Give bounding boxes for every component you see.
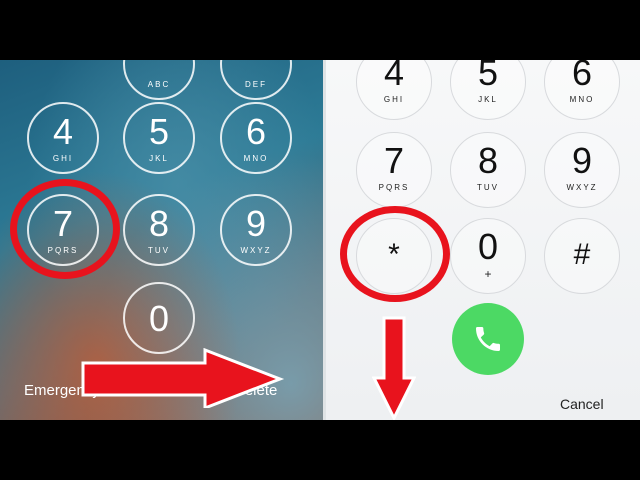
key-9[interactable]: 9 WXYZ xyxy=(544,132,620,208)
cancel-button[interactable]: Cancel xyxy=(560,396,604,412)
key-letters: DEF xyxy=(245,80,267,89)
key-8[interactable]: 8 TUV xyxy=(123,194,195,266)
key-digit: 9 xyxy=(571,140,593,181)
key-digit: 0 xyxy=(148,298,170,339)
key-digit: 6 xyxy=(571,60,593,93)
key-letters: GHI xyxy=(383,95,405,104)
key-6[interactable]: 6 MNO xyxy=(544,60,620,120)
key-letters: MNO xyxy=(569,95,595,104)
phone-icon xyxy=(476,327,500,351)
top-letterbox xyxy=(0,0,640,60)
key-letters: ABC xyxy=(147,80,171,89)
key-4[interactable]: 4 GHI xyxy=(356,60,432,120)
key-2[interactable]: ABC xyxy=(123,60,195,100)
key-digit: 0 xyxy=(477,226,499,267)
key-letters: JKL xyxy=(149,154,169,163)
key-plus: + xyxy=(484,267,492,281)
dialer-keypad-panel: 4 GHI 5 JKL 6 MNO 7 PQRS 8 TUV 9 WXYZ * … xyxy=(326,60,640,420)
key-7[interactable]: 7 PQRS xyxy=(356,132,432,208)
key-letters: WXYZ xyxy=(240,246,272,255)
key-6[interactable]: 6 MNO xyxy=(220,102,292,174)
bottom-letterbox xyxy=(0,420,640,480)
key-8[interactable]: 8 TUV xyxy=(450,132,526,208)
key-digit: 5 xyxy=(477,60,499,93)
key-letters: TUV xyxy=(148,246,170,255)
key-5[interactable]: 5 JKL xyxy=(450,60,526,120)
key-digit: 5 xyxy=(148,111,170,152)
key-letters: TUV xyxy=(477,183,499,192)
key-0[interactable]: 0 xyxy=(123,282,195,354)
key-5[interactable]: 5 JKL xyxy=(123,102,195,174)
key-hash[interactable]: # xyxy=(544,218,620,294)
key-letters: GHI xyxy=(52,154,74,163)
key-digit: 4 xyxy=(52,111,74,152)
key-letters: PQRS xyxy=(378,183,410,192)
arrow-right-icon xyxy=(81,348,285,408)
lockscreen-keypad-panel: ABC DEF 4 GHI 5 JKL 6 MNO 7 PQRS 8 TUV 9… xyxy=(0,60,323,420)
arrow-down-icon xyxy=(372,316,416,420)
key-digit: # xyxy=(573,238,591,271)
key-3[interactable]: DEF xyxy=(220,60,292,100)
key-9[interactable]: 9 WXYZ xyxy=(220,194,292,266)
call-button[interactable] xyxy=(452,303,524,375)
key-digit: 7 xyxy=(383,140,405,181)
highlight-circle xyxy=(10,179,120,279)
key-digit: 6 xyxy=(245,111,267,152)
key-digit: 4 xyxy=(383,60,405,93)
key-digit: 8 xyxy=(477,140,499,181)
key-letters: WXYZ xyxy=(566,183,598,192)
key-letters: JKL xyxy=(478,95,498,104)
highlight-circle xyxy=(340,206,450,302)
key-4[interactable]: 4 GHI xyxy=(27,102,99,174)
key-digit: 8 xyxy=(148,203,170,244)
key-0[interactable]: 0 + xyxy=(450,218,526,294)
key-digit: 9 xyxy=(245,203,267,244)
key-letters: MNO xyxy=(243,154,269,163)
